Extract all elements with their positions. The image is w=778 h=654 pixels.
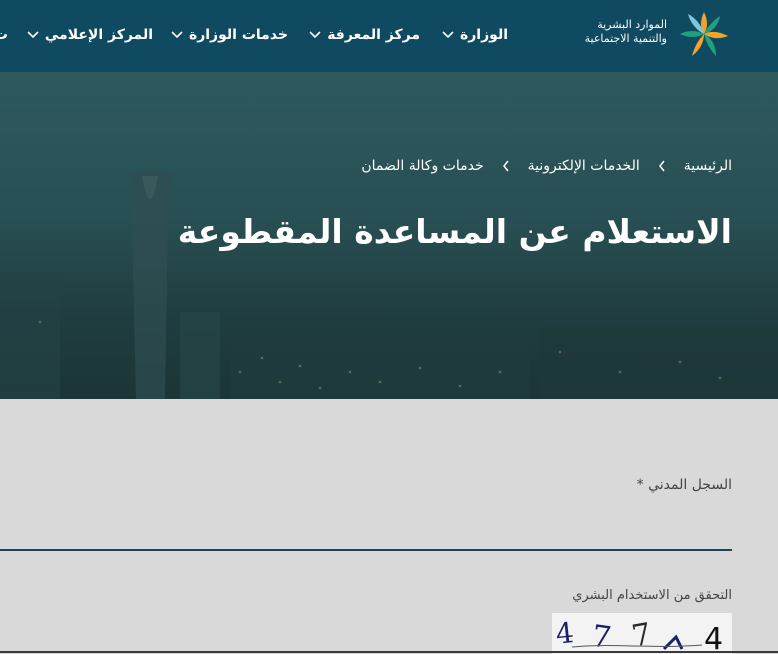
- civil-id-label: السجل المدني *: [636, 477, 732, 493]
- page-title: الاستعلام عن المساعدة المقطوعة: [177, 212, 732, 251]
- breadcrumb-home[interactable]: الرئيسية: [684, 158, 732, 174]
- logo-line-1: الموارد البشرية: [597, 18, 667, 31]
- chevron-down-icon: [309, 31, 321, 39]
- chevron-down-icon: [27, 31, 39, 39]
- ministry-logo-icon[interactable]: [670, 6, 734, 62]
- chevron-left-icon: [658, 160, 665, 172]
- nav-item-media-center[interactable]: المركز الإعلامي: [27, 24, 153, 46]
- inquiry-form: السجل المدني * التحقق من الاستخدام البشر…: [0, 399, 778, 654]
- captcha-char: 4: [704, 622, 723, 654]
- nav-item-ministry-services[interactable]: خدمات الوزارة: [171, 24, 288, 46]
- nav-item-ministry[interactable]: الوزارة: [442, 24, 508, 46]
- top-navigation: الموارد البشرية والتنمية الاجتماعية الوز…: [0, 0, 778, 72]
- divider: [0, 651, 778, 653]
- nav-label: مركز المعرفة: [327, 27, 420, 43]
- breadcrumb-e-services[interactable]: الخدمات الإلكترونية: [528, 158, 640, 174]
- chevron-left-icon: [502, 160, 509, 172]
- captcha-noise: [662, 634, 684, 651]
- nav-label: خدمات الوزارة: [188, 27, 288, 43]
- logo-text: الموارد البشرية والتنمية الاجتماعية: [557, 18, 667, 46]
- nav-label: ت: [0, 27, 8, 43]
- civil-id-input[interactable]: [0, 505, 732, 551]
- captcha-char: 7: [629, 617, 654, 654]
- captcha-char: 7: [590, 619, 614, 654]
- logo-line-2: والتنمية الاجتماعية: [584, 32, 667, 45]
- captcha-label: التحقق من الاستخدام البشري: [572, 588, 732, 603]
- nav-item-partial[interactable]: ت: [0, 24, 8, 46]
- breadcrumb: الرئيسية الخدمات الإلكترونية خدمات وكالة…: [361, 158, 732, 174]
- breadcrumb-current: خدمات وكالة الضمان: [361, 158, 484, 174]
- chevron-down-icon: [171, 31, 183, 39]
- nav-label: الوزارة: [459, 27, 508, 43]
- captcha-char: 4: [554, 616, 575, 651]
- hero-banner: الرئيسية الخدمات الإلكترونية خدمات وكالة…: [0, 72, 778, 399]
- captcha-image: 4 7 7 4: [552, 613, 732, 654]
- nav-item-knowledge-center[interactable]: مركز المعرفة: [309, 24, 420, 46]
- nav-label: المركز الإعلامي: [44, 27, 153, 43]
- chevron-down-icon: [442, 31, 454, 39]
